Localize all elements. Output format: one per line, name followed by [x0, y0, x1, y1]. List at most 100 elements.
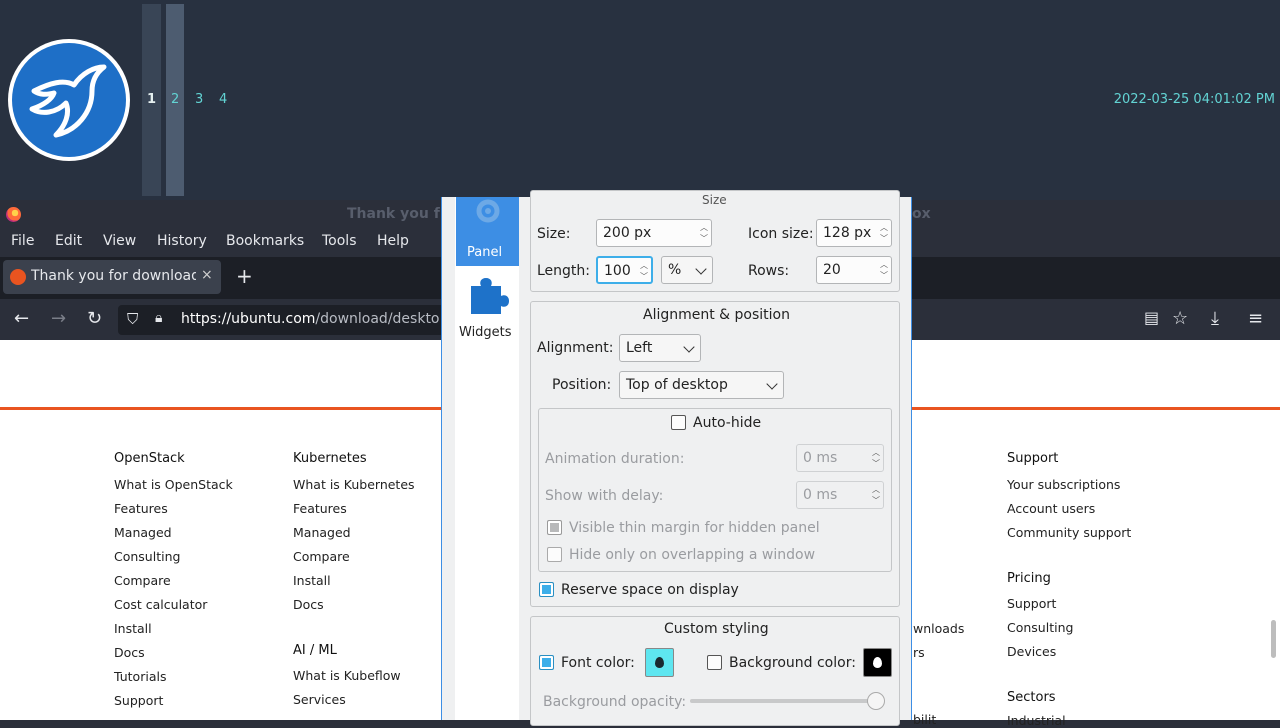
reserve-space-checkbox[interactable] [539, 582, 554, 597]
workspace-1[interactable]: 1 [147, 92, 156, 107]
lock-icon[interactable]: 🔒︎ [155, 310, 162, 326]
footer-link[interactable]: Compare [293, 549, 350, 564]
footer-link-partial[interactable]: wnloads [913, 621, 964, 636]
hamburger-menu-icon[interactable]: ≡ [1248, 308, 1263, 329]
font-color-button[interactable] [645, 648, 674, 677]
position-label: Position: [552, 377, 612, 393]
menu-view[interactable]: View [103, 233, 136, 249]
menu-file[interactable]: File [11, 233, 34, 249]
spin-arrows-icon[interactable]: ︿ ﹀ [872, 447, 880, 469]
chevron-down-icon [695, 263, 707, 275]
tab-close-icon[interactable]: × [201, 267, 213, 283]
footer-link[interactable]: Consulting [1007, 620, 1073, 635]
url-text[interactable]: https://ubuntu.com/download/deskto [181, 311, 440, 327]
spin-arrows-icon[interactable]: ︿ ﹀ [700, 222, 708, 244]
spin-arrows-icon[interactable]: ︿ ﹀ [880, 259, 888, 281]
show-delay-spinbox[interactable]: 0 ms ︿ ﹀ [796, 481, 884, 509]
shield-icon[interactable]: ⛉ [127, 310, 138, 328]
size-spinbox[interactable]: 200 px ︿ ﹀ [596, 219, 712, 247]
clock[interactable]: 2022-03-25 04:01:02 PM [1114, 92, 1275, 107]
footer-link[interactable]: Support [1007, 596, 1056, 611]
menu-edit[interactable]: Edit [55, 233, 82, 249]
workspace-2[interactable]: 2 [171, 92, 179, 107]
footer-link[interactable]: Community support [1007, 525, 1131, 540]
animation-duration-spinbox[interactable]: 0 ms ︿ ﹀ [796, 444, 884, 472]
autohide-checkbox[interactable] [671, 415, 686, 430]
alignment-combo[interactable]: Left [619, 334, 701, 362]
menu-bookmarks[interactable]: Bookmarks [226, 233, 304, 249]
footer-link[interactable]: Compare [114, 573, 171, 588]
top-panel [0, 0, 1280, 200]
font-color-label: Font color: [561, 655, 635, 671]
rows-spinbox[interactable]: 20 ︿ ﹀ [816, 256, 892, 284]
footer-heading-sectors[interactable]: Sectors [1007, 690, 1056, 705]
footer-link[interactable]: Install [293, 573, 331, 588]
overlap-checkbox[interactable] [547, 547, 562, 562]
widgets-puzzle-icon[interactable] [465, 272, 509, 316]
spin-arrows-icon[interactable]: ︿ ﹀ [880, 222, 888, 244]
bookmark-star-icon[interactable]: ☆ [1172, 308, 1188, 329]
footer-link[interactable]: Consulting [114, 549, 180, 564]
footer-link[interactable]: What is OpenStack [114, 477, 233, 492]
firefox-icon [6, 207, 21, 222]
footer-link[interactable]: Docs [293, 597, 324, 612]
overlap-label: Hide only on overlapping a window [569, 547, 816, 563]
footer-heading-pricing[interactable]: Pricing [1007, 571, 1051, 586]
footer-link[interactable]: What is Kubernetes [293, 477, 415, 492]
forward-icon[interactable]: → [51, 308, 66, 329]
font-color-checkbox[interactable] [539, 655, 554, 670]
footer-heading-support[interactable]: Support [1007, 451, 1058, 466]
spin-arrows-icon[interactable]: ︿ ﹀ [872, 484, 880, 506]
alignment-label: Alignment: [537, 340, 614, 356]
footer-link[interactable]: Your subscriptions [1007, 477, 1120, 492]
footer-link[interactable]: Support [114, 693, 163, 708]
footer-link-partial[interactable]: rs [913, 645, 925, 660]
footer-heading-ai-ml[interactable]: AI / ML [293, 643, 337, 658]
reload-icon[interactable]: ↻ [87, 308, 102, 329]
footer-link[interactable]: Account users [1007, 501, 1095, 516]
footer-heading-kubernetes[interactable]: Kubernetes [293, 451, 367, 466]
length-spinbox[interactable]: 100 ︿ ﹀ [596, 256, 653, 284]
footer-link[interactable]: Cost calculator [114, 597, 207, 612]
workspace-3[interactable]: 3 [195, 92, 203, 107]
autohide-label: Auto-hide [693, 415, 762, 431]
footer-link[interactable]: Managed [114, 525, 172, 540]
footer-link[interactable]: Docs [114, 645, 145, 660]
download-icon[interactable]: ⤓ [1211, 308, 1219, 329]
footer-link[interactable]: Managed [293, 525, 351, 540]
bg-opacity-slider-handle[interactable] [867, 692, 885, 710]
footer-link[interactable]: Devices [1007, 644, 1056, 659]
menu-help[interactable]: Help [377, 233, 409, 249]
footer-link[interactable]: Industrial [1007, 713, 1066, 728]
spin-arrows-icon[interactable]: ︿ ﹀ [640, 260, 648, 282]
new-tab-icon[interactable]: + [236, 264, 253, 288]
bg-color-label: Background color: [729, 655, 856, 671]
page-scrollbar[interactable] [1271, 620, 1276, 658]
workspace-4[interactable]: 4 [219, 92, 227, 107]
menu-tools[interactable]: Tools [322, 233, 357, 249]
reader-view-icon[interactable]: ▤ [1144, 308, 1159, 327]
styling-group-title: Custom styling [664, 621, 769, 637]
bg-opacity-slider[interactable] [690, 699, 880, 703]
sidebar-item-widgets[interactable]: Widgets [459, 325, 512, 340]
footer-link[interactable]: Tutorials [114, 669, 166, 684]
footer-link[interactable]: Install [114, 621, 152, 636]
thin-margin-checkbox[interactable] [547, 520, 562, 535]
footer-link[interactable]: Features [293, 501, 347, 516]
position-combo[interactable]: Top of desktop [619, 371, 784, 399]
icon-size-spinbox[interactable]: 128 px ︿ ﹀ [816, 219, 892, 247]
menu-history[interactable]: History [157, 233, 207, 249]
bg-color-button[interactable] [863, 648, 892, 677]
bg-color-checkbox[interactable] [707, 655, 722, 670]
back-icon[interactable]: ← [14, 308, 29, 329]
footer-heading-openstack[interactable]: OpenStack [114, 451, 185, 466]
reserve-space-label: Reserve space on display [561, 582, 739, 598]
footer-link[interactable]: Services [293, 692, 346, 707]
color-drop-icon [655, 657, 664, 668]
footer-link[interactable]: What is Kubeflow [293, 668, 401, 683]
size-label: Size: [537, 226, 571, 242]
length-unit-combo[interactable]: % [661, 256, 713, 284]
footer-link[interactable]: Features [114, 501, 168, 516]
distro-logo-icon[interactable] [8, 39, 130, 161]
icon-size-label: Icon size: [748, 226, 814, 242]
